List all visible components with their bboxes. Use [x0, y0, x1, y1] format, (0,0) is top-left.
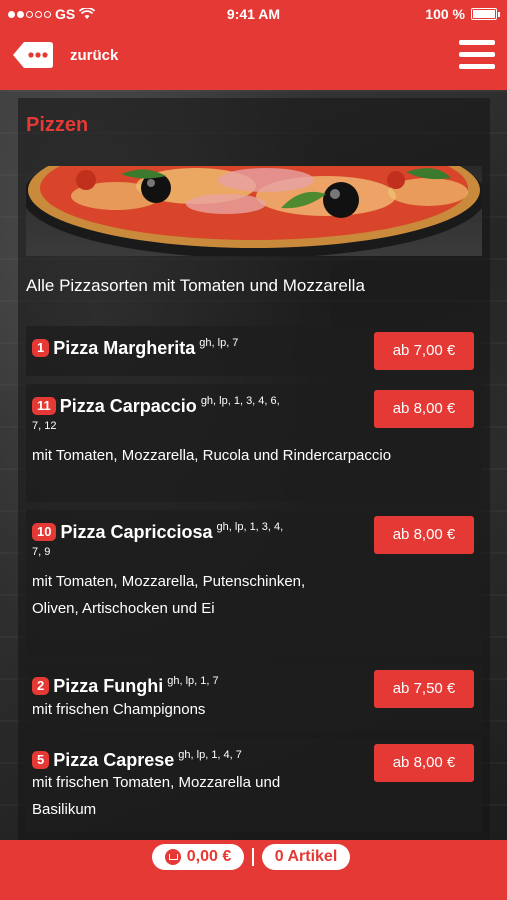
item-name: Pizza Margherita [53, 338, 196, 358]
menu-item-pizza-margherita[interactable]: 1 Pizza Margherita gh, lp, 7 ab 7,00 € [26, 326, 482, 376]
item-description: mit Tomaten, Mozzarella, Rucola und Rind… [32, 447, 392, 464]
menu-item-pizza-funghi[interactable]: 2 Pizza Funghi gh, lp, 1, 7 mit frischen C… [26, 664, 482, 732]
back-icon [12, 40, 54, 70]
cart-footer: 0,00 € 0 Artikel [0, 840, 507, 900]
app-header: zurück [0, 30, 507, 90]
menu-item-pizza-carpaccio[interactable]: 11 Pizza Carpaccio gh, lp, 1, 3, 4, 6, 7, … [26, 384, 482, 502]
item-name: Pizza Funghi [53, 676, 164, 696]
item-allergens-continued: 7, 9 [32, 546, 51, 558]
pizza-hero-image [26, 166, 482, 256]
item-name: Pizza Caprese [53, 750, 175, 770]
status-bar: GS 9:41 AM 100 % [0, 0, 507, 30]
item-allergens: gh, lp, 1, 7 [167, 675, 219, 687]
hamburger-menu-icon[interactable] [459, 40, 495, 72]
cart-total-button[interactable]: 0,00 € [152, 844, 244, 870]
item-name: Pizza Carpaccio [59, 396, 197, 416]
cart-total: 0,00 € [186, 848, 232, 865]
price-button[interactable]: ab 7,00 € [374, 332, 474, 370]
footer-divider [252, 848, 254, 866]
item-description: mit Tomaten, Mozzarella, Putenschinken, … [32, 573, 306, 617]
item-allergens: gh, lp, 7 [199, 337, 239, 349]
item-number-badge: 1 [32, 339, 50, 357]
menu-item-pizza-capricciosa[interactable]: 10 Pizza Capricciosa gh, lp, 1, 3, 4, 7, 9… [26, 510, 482, 656]
item-description: mit frischen Tomaten, Mozzarella und Bas… [32, 774, 281, 818]
item-number-badge: 11 [32, 397, 56, 415]
back-button[interactable]: zurück [12, 40, 118, 70]
price-button[interactable]: ab 8,00 € [374, 390, 474, 428]
item-name: Pizza Capricciosa [60, 522, 213, 542]
cart-icon [164, 849, 181, 865]
item-number-badge: 5 [32, 751, 50, 769]
battery-icon [471, 8, 500, 20]
item-title-row: 10 Pizza Capricciosa gh, lp, 1, 3, 4, 7, 9 [32, 514, 370, 559]
item-allergens: gh, lp, 1, 3, 4, 6, [200, 395, 280, 407]
cart-item-count-button[interactable]: 0 Artikel [262, 844, 350, 870]
item-allergens-continued: 7, 12 [32, 420, 57, 432]
item-title-row: 11 Pizza Carpaccio gh, lp, 1, 3, 4, 6, 7, … [32, 388, 370, 433]
menu-item-pizza-caprese[interactable]: 5 Pizza Caprese gh, lp, 1, 4, 7 mit frisch… [26, 738, 482, 832]
price-button[interactable]: ab 7,50 € [374, 670, 474, 708]
item-number-badge: 10 [32, 523, 57, 541]
item-number-badge: 2 [32, 677, 50, 695]
price-button[interactable]: ab 8,00 € [374, 744, 474, 782]
battery-indicator: 100 % [425, 6, 500, 22]
back-label: zurück [70, 46, 119, 64]
item-allergens: gh, lp, 1, 3, 4, [216, 521, 284, 533]
price-button[interactable]: ab 8,00 € [374, 516, 474, 554]
item-allergens: gh, lp, 1, 4, 7 [178, 749, 242, 761]
item-title-row: 1 Pizza Margherita gh, lp, 7 [32, 330, 370, 363]
section-title: Pizzen [26, 114, 89, 136]
battery-level: 100 % [425, 6, 465, 22]
section-intro: Alle Pizzasorten mit Tomaten und Mozzare… [26, 276, 365, 295]
